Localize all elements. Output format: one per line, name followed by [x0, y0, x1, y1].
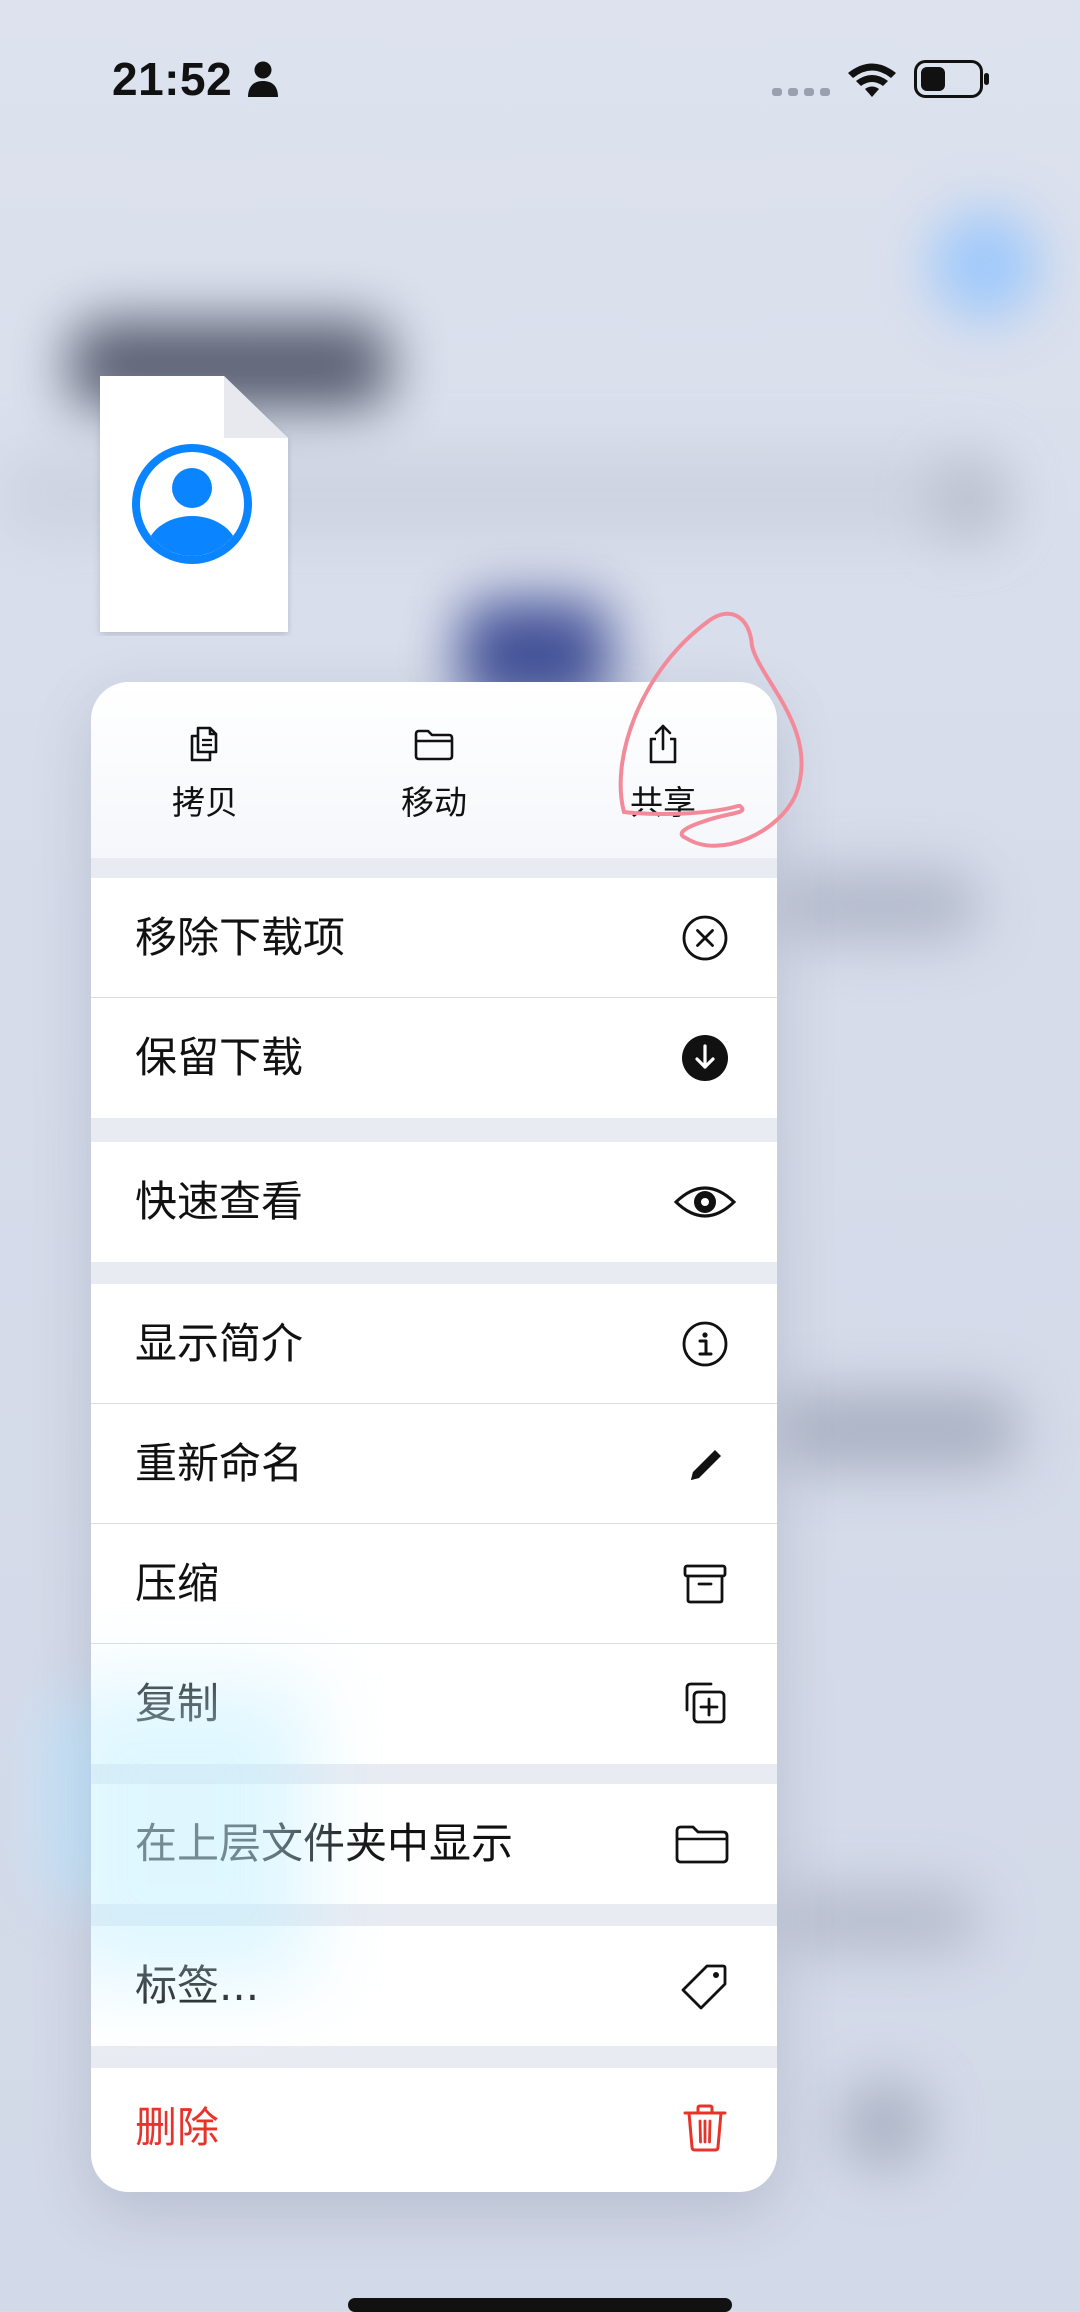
get-info-item[interactable]: 显示简介	[91, 1284, 777, 1404]
delete-item[interactable]: 删除	[91, 2068, 777, 2188]
home-indicator	[348, 2298, 732, 2312]
share-button[interactable]: 共享	[549, 682, 777, 858]
copy-label: 拷贝	[172, 783, 238, 822]
download-circle-icon	[682, 1035, 728, 1081]
archive-box-icon	[683, 1564, 727, 1604]
status-bar: 21:52	[0, 0, 1080, 160]
compress-label: 压缩	[135, 1559, 220, 1608]
duplicate-label: 复制	[135, 1679, 220, 1728]
copy-icon	[190, 726, 218, 762]
rename-label: 重新命名	[135, 1439, 304, 1488]
compress-item[interactable]: 压缩	[91, 1524, 777, 1644]
keep-download-item[interactable]: 保留下载	[91, 998, 777, 1118]
get-info-label: 显示简介	[135, 1319, 304, 1368]
menu-group-delete: 删除	[91, 2068, 777, 2192]
info-circle-icon	[682, 1321, 728, 1367]
folder-icon	[414, 729, 454, 761]
wifi-icon	[848, 63, 896, 97]
keep-download-label: 保留下载	[135, 1033, 304, 1082]
quick-look-label: 快速查看	[135, 1177, 304, 1226]
quick-actions-bar: 拷贝 移动 共享	[91, 682, 777, 858]
move-label: 移动	[401, 783, 467, 822]
delete-label: 删除	[135, 2103, 220, 2152]
copy-button[interactable]: 拷贝	[91, 682, 319, 858]
menu-group-file-actions: 显示简介 重新命名 压缩 复制	[91, 1284, 777, 1764]
menu-group-quicklook: 快速查看	[91, 1142, 777, 1262]
tags-label: 标签...	[135, 1961, 260, 2010]
remove-download-label: 移除下载项	[135, 913, 346, 962]
person-icon	[248, 61, 278, 97]
duplicate-item[interactable]: 复制	[91, 1644, 777, 1764]
rename-item[interactable]: 重新命名	[91, 1404, 777, 1524]
menu-group-downloads: 移除下载项 保留下载	[91, 878, 777, 1118]
xmark-circle-icon	[682, 915, 728, 961]
trash-icon	[683, 2104, 727, 2152]
context-menu: 拷贝 移动 共享 移除下载项 保留下载 快速查看 显示简介 重新命名 压缩 复制…	[91, 682, 777, 2192]
share-label: 共享	[630, 783, 696, 822]
status-time: 21:52	[112, 53, 233, 105]
contact-file-thumbnail	[100, 376, 288, 632]
eye-icon	[673, 1186, 737, 1218]
menu-group-enclosing: 在上层文件夹中显示	[91, 1784, 777, 1904]
cellular-signal-icon	[772, 88, 830, 96]
tags-item[interactable]: 标签...	[91, 1926, 777, 2046]
show-in-enclosing-folder-item[interactable]: 在上层文件夹中显示	[91, 1784, 777, 1904]
show-in-folder-label: 在上层文件夹中显示	[135, 1819, 514, 1868]
folder-icon	[675, 1825, 729, 1864]
remove-download-item[interactable]: 移除下载项	[91, 878, 777, 998]
share-icon	[649, 724, 677, 764]
menu-group-tags: 标签...	[91, 1926, 777, 2046]
quick-look-item[interactable]: 快速查看	[91, 1142, 777, 1262]
move-button[interactable]: 移动	[320, 682, 548, 858]
pencil-icon	[691, 1450, 721, 1480]
tag-icon	[681, 1964, 727, 2010]
duplicate-plus-icon	[685, 1682, 726, 1724]
battery-icon	[914, 60, 989, 98]
